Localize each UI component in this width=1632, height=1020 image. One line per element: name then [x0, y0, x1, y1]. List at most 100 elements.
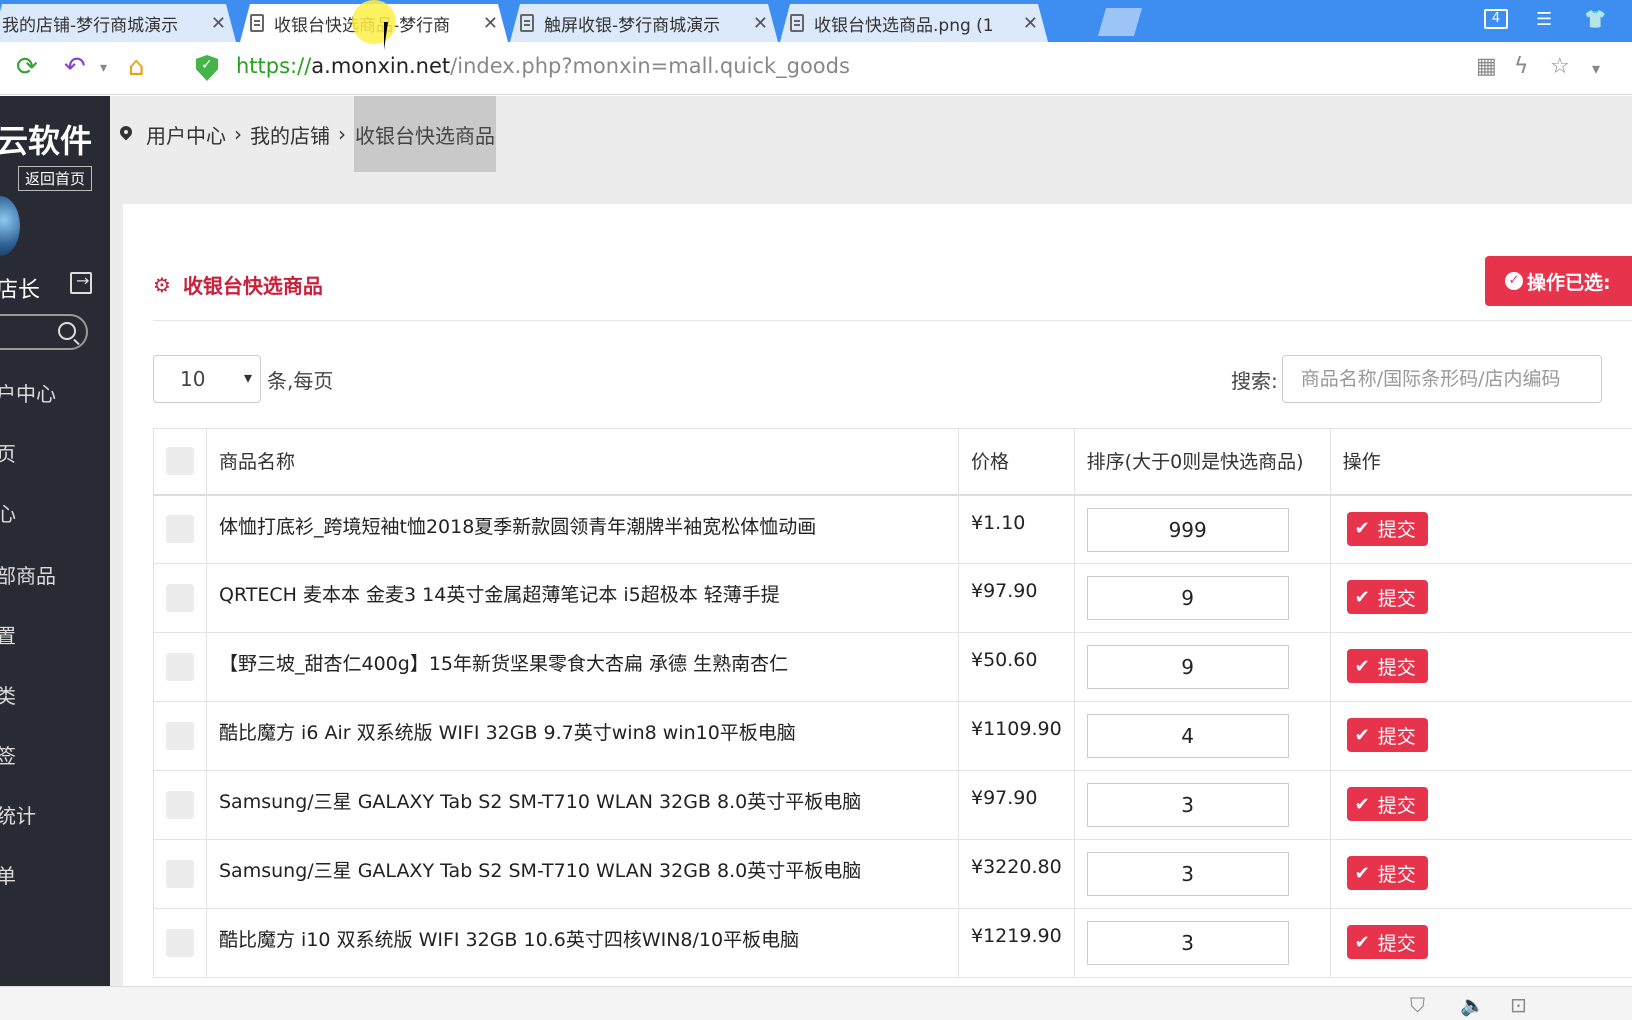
logout-icon[interactable] [70, 271, 92, 294]
goods-price: ¥1.10 [958, 494, 1075, 564]
close-icon[interactable]: ✕ [211, 13, 226, 34]
sidebar-item-tags[interactable]: 签 [0, 740, 16, 769]
search-icon[interactable] [58, 322, 76, 340]
submit-button[interactable]: ✔ 提交 [1346, 925, 1428, 959]
sort-cell [1073, 494, 1331, 564]
submit-button[interactable]: ✔ 提交 [1346, 718, 1428, 752]
action-cell: ✔ 提交 [1329, 908, 1632, 978]
row-checkbox-cell [153, 632, 207, 702]
row-checkbox[interactable] [166, 514, 194, 543]
table-row: 酷比魔方 i10 双系统版 WIFI 32GB 10.6英寸四核WIN8/10平… [153, 908, 1632, 978]
row-checkbox[interactable] [166, 928, 194, 957]
lightning-icon[interactable]: ϟ [1514, 54, 1529, 79]
menu-icon[interactable]: ☰ [1536, 9, 1552, 30]
goods-name: Samsung/三星 GALAXY Tab S2 SM-T710 WLAN 32… [206, 839, 959, 909]
row-checkbox[interactable] [166, 652, 194, 681]
url-path: /index.php?monxin=mall.quick_goods [450, 54, 850, 78]
column-header-name[interactable]: 商品名称 [206, 428, 959, 496]
submit-label: 提交 [1377, 656, 1416, 679]
action-cell: ✔ 提交 [1329, 770, 1632, 840]
sort-input[interactable] [1086, 921, 1289, 965]
sort-input[interactable] [1086, 576, 1289, 620]
breadcrumb-user-center[interactable]: 用户中心 [146, 120, 226, 149]
select-all-checkbox[interactable] [166, 446, 194, 475]
row-checkbox[interactable] [166, 583, 194, 612]
browser-tab-4[interactable]: 收银台快选商品.png (1 ✕ [780, 4, 1048, 42]
skin-icon[interactable]: 👕 [1584, 9, 1606, 30]
undo-icon[interactable]: ↶ [64, 52, 86, 82]
sidebar-item-home[interactable]: 页 [0, 438, 16, 467]
breadcrumb: 用户中心 › 我的店铺 › 收银台快选商品 [120, 96, 496, 172]
chevron-down-icon[interactable]: ▾ [1592, 59, 1600, 78]
column-header-price[interactable]: 价格 [958, 428, 1075, 496]
security-shield-icon[interactable] [196, 55, 218, 81]
browser-tab-1[interactable]: 我的店铺-梦行商城演示 ✕ [0, 4, 236, 42]
row-checkbox-cell [153, 839, 207, 909]
sort-input[interactable] [1086, 714, 1289, 758]
qr-code-icon[interactable]: ▦ [1476, 54, 1497, 79]
submit-label: 提交 [1377, 725, 1416, 748]
goods-name: Samsung/三星 GALAXY Tab S2 SM-T710 WLAN 32… [206, 770, 959, 840]
content-panel: ⚙ 收银台快选商品 ✓ 操作已选: 10 条,每页 搜索: 商品名称 价格 [123, 204, 1632, 986]
sidebar-item-all-goods[interactable]: 部商品 [0, 560, 56, 589]
table-row: QRTECH 麦本本 金麦3 14英寸金属超薄笔记本 i5超极本 轻薄手提 ¥97… [153, 563, 1632, 633]
submit-button[interactable]: ✔ 提交 [1346, 856, 1428, 890]
submit-label: 提交 [1377, 794, 1416, 817]
sidebar-item-stats[interactable]: 统计 [0, 800, 36, 829]
sort-input[interactable] [1086, 852, 1289, 896]
sort-input[interactable] [1086, 507, 1289, 552]
close-icon[interactable]: ✕ [483, 13, 498, 34]
row-checkbox[interactable] [166, 721, 194, 750]
sidebar-item-user-center[interactable]: 户中心 [0, 378, 56, 407]
speaker-icon[interactable]: 🔈 [1460, 993, 1485, 1017]
window-count-badge[interactable]: 4 [1484, 9, 1508, 29]
close-icon[interactable]: ✕ [1023, 13, 1038, 34]
sidebar-item-orders[interactable]: 单 [0, 860, 16, 889]
gears-icon: ⚙ [153, 272, 171, 297]
undo-dropdown-icon[interactable]: ▾ [100, 60, 107, 76]
row-checkbox[interactable] [166, 790, 194, 819]
row-checkbox[interactable] [166, 859, 194, 888]
check-icon: ✔ [1354, 724, 1370, 746]
new-tab-button[interactable] [1098, 8, 1142, 36]
sort-cell [1073, 908, 1331, 978]
search-label: 搜索: [1231, 368, 1278, 393]
sidebar-item-settings[interactable]: 置 [0, 620, 16, 649]
column-header-sort[interactable]: 排序(大于0则是快选商品) [1073, 428, 1331, 496]
avatar[interactable] [0, 196, 20, 256]
operate-selected-button[interactable]: ✓ 操作已选: [1485, 256, 1632, 306]
submit-button[interactable]: ✔ 提交 [1346, 580, 1428, 614]
home-icon[interactable]: ⌂ [128, 52, 145, 82]
mouse-pointer-icon [384, 22, 402, 50]
submit-button[interactable]: ✔ 提交 [1346, 649, 1428, 683]
sort-cell [1073, 632, 1331, 702]
download-icon[interactable]: ⊡ [1510, 993, 1527, 1017]
user-name: 店长 [0, 278, 41, 303]
goods-name: QRTECH 麦本本 金麦3 14英寸金属超薄笔记本 i5超极本 轻薄手提 [206, 563, 959, 633]
star-icon[interactable]: ☆ [1550, 54, 1570, 79]
sort-input[interactable] [1086, 645, 1289, 689]
close-icon[interactable]: ✕ [753, 13, 768, 34]
sort-cell [1073, 839, 1331, 909]
submit-button[interactable]: ✔ 提交 [1346, 787, 1428, 821]
breadcrumb-my-shop[interactable]: 我的店铺 [250, 120, 330, 149]
goods-price: ¥3220.80 [958, 839, 1075, 909]
shield-check-icon[interactable]: ⛉ [1410, 993, 1425, 1017]
url-field[interactable]: https://a.monxin.net/index.php?monxin=ma… [236, 54, 850, 78]
sidebar-item-center[interactable]: 心 [0, 498, 16, 527]
goods-price: ¥1109.90 [958, 701, 1075, 771]
goods-name: 体恤打底衫_跨境短袖t恤2018夏季新款圆领青年潮牌半袖宽松体恤动画 [206, 494, 959, 564]
submit-button[interactable]: ✔ 提交 [1346, 511, 1428, 546]
location-pin-icon [120, 126, 132, 142]
goods-price: ¥50.60 [958, 632, 1075, 702]
main-content: 用户中心 › 我的店铺 › 收银台快选商品 ⚙ 收银台快选商品 ✓ 操作已选: … [110, 96, 1632, 986]
sort-input[interactable] [1086, 783, 1289, 827]
home-link[interactable]: 返回首页 [18, 166, 93, 191]
sidebar-search[interactable] [0, 314, 88, 350]
page-size-select[interactable]: 10 [153, 355, 261, 403]
goods-price: ¥1219.90 [958, 908, 1075, 978]
refresh-icon[interactable]: ⟳ [16, 52, 38, 82]
browser-tab-3[interactable]: 触屏收银-梦行商城演示 ✕ [510, 4, 778, 42]
search-input[interactable] [1281, 355, 1602, 403]
sidebar-item-category[interactable]: 类 [0, 680, 16, 709]
